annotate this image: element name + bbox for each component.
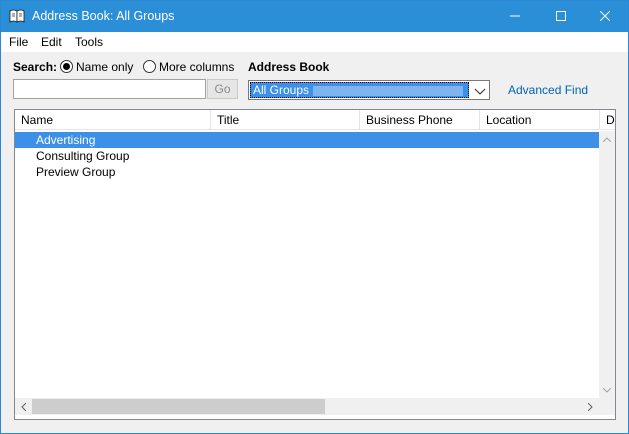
menu-file[interactable]: File xyxy=(9,35,28,49)
advanced-find-link[interactable]: Advanced Find xyxy=(508,83,588,97)
chevron-down-icon[interactable] xyxy=(474,85,486,95)
radio-more-columns-label[interactable]: More columns xyxy=(159,60,234,74)
menu-edit[interactable]: Edit xyxy=(41,35,62,49)
radio-name-only-label[interactable]: Name only xyxy=(76,60,133,74)
chevron-up-icon[interactable] xyxy=(599,131,615,147)
address-book-label: Address Book xyxy=(248,60,330,74)
chevron-down-icon[interactable] xyxy=(599,382,615,398)
minimize-button[interactable] xyxy=(492,1,538,32)
column-header-d[interactable]: D xyxy=(600,110,615,130)
menu-bar: File Edit Tools xyxy=(1,32,628,52)
go-button[interactable]: Go xyxy=(207,79,238,99)
maximize-button[interactable] xyxy=(538,1,584,32)
list-rows: Advertising Consulting Group Preview Gro… xyxy=(15,132,599,180)
chevron-right-icon[interactable] xyxy=(582,398,599,415)
minimize-icon xyxy=(510,10,520,24)
chevron-left-icon[interactable] xyxy=(15,398,32,415)
column-header-location[interactable]: Location xyxy=(480,110,600,130)
scrollbar-corner xyxy=(599,398,615,415)
horizontal-scrollbar[interactable] xyxy=(15,398,599,415)
list-item[interactable]: Advertising xyxy=(15,132,599,148)
window-title: Address Book: All Groups xyxy=(32,9,175,23)
address-book-window: Address Book: All Groups File Edit Tools… xyxy=(0,0,629,434)
address-book-selected-text: All Groups - xyxy=(253,83,317,97)
radio-name-only[interactable] xyxy=(60,60,73,73)
content-area: Search: Name only More columns Address B… xyxy=(1,52,628,433)
close-button[interactable] xyxy=(582,1,628,32)
menu-tools[interactable]: Tools xyxy=(75,35,103,49)
maximize-icon xyxy=(556,10,566,24)
close-icon xyxy=(599,10,611,24)
column-header-title[interactable]: Title xyxy=(211,110,360,130)
list-item[interactable]: Consulting Group xyxy=(15,148,599,164)
radio-more-columns[interactable] xyxy=(143,60,156,73)
search-input[interactable] xyxy=(13,79,206,99)
title-bar[interactable]: Address Book: All Groups xyxy=(1,1,628,32)
address-book-icon xyxy=(9,9,25,23)
horizontal-scrollbar-thumb[interactable] xyxy=(32,399,325,414)
list-item[interactable]: Preview Group xyxy=(15,164,599,180)
address-list[interactable]: Name Title Business Phone Location D Adv… xyxy=(14,109,616,420)
column-header-business-phone[interactable]: Business Phone xyxy=(360,110,480,130)
search-label: Search: xyxy=(13,60,58,74)
list-header: Name Title Business Phone Location D xyxy=(15,110,615,130)
redacted-text xyxy=(313,86,463,96)
vertical-scrollbar[interactable] xyxy=(599,131,615,398)
address-book-dropdown[interactable]: All Groups - xyxy=(248,80,490,100)
column-header-name[interactable]: Name xyxy=(15,110,211,130)
address-book-selected-value: All Groups - xyxy=(250,82,469,98)
